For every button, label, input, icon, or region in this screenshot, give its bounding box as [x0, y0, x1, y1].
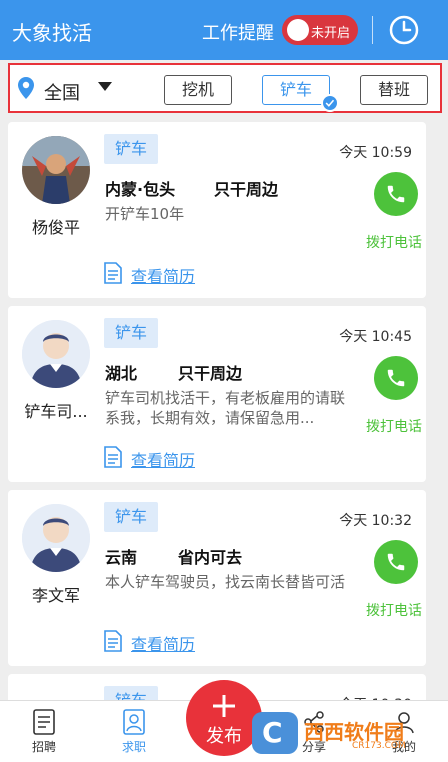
avatar [22, 504, 90, 572]
chip-substitute[interactable]: 替班 [360, 75, 428, 105]
phone-icon [387, 553, 405, 571]
tab-job-seeking-label: 求职 [121, 740, 146, 754]
header-divider [372, 16, 373, 44]
call-button[interactable] [374, 356, 418, 400]
view-resume-label: 查看简历 [131, 451, 196, 470]
location-pin-icon[interactable] [18, 77, 34, 99]
avatar [22, 320, 90, 388]
description: 铲车司机找活干，有老板雇用的请联系我，长期有效，请保留急用... [105, 389, 346, 427]
worker-name: 李文军 [31, 586, 80, 605]
clock-icon[interactable] [388, 14, 420, 46]
publish-button[interactable]: 发布 [186, 680, 262, 756]
avatar [22, 136, 90, 204]
caret-down-icon[interactable] [98, 82, 112, 92]
job-seeker-card[interactable]: 铲车司... 铲车 今天 10:45 湖北 只干周边 铲车司机找活干，有老板雇用… [8, 306, 426, 482]
watermark: C 西西软件园 CR173.COM [252, 708, 448, 758]
location: 湖北 [105, 364, 138, 383]
job-seeker-card[interactable]: 李文军 铲车 今天 10:32 云南 省内可去 本人铲车驾驶员，找云南长替皆可活… [8, 490, 426, 666]
call-button[interactable] [374, 172, 418, 216]
call-label[interactable]: 拨打电话 [366, 416, 422, 436]
location: 云南 [105, 548, 138, 567]
tab-recruit-label: 招聘 [31, 740, 56, 754]
document-icon [104, 446, 122, 468]
job-seeker-icon [123, 709, 145, 735]
worker-name: 铲车司... [24, 402, 88, 421]
work-reminder-label: 工作提醒 [202, 23, 274, 44]
worker-name: 杨俊平 [31, 218, 80, 237]
toggle-state-label: 未开启 [311, 26, 351, 41]
tab-recruit[interactable]: 招聘 [14, 709, 74, 755]
watermark-subtext: CR173.COM [352, 741, 406, 751]
watermark-logo: C [252, 712, 298, 754]
toggle-knob [287, 19, 309, 41]
post-time: 今天 10:32 [339, 513, 412, 529]
phone-icon [387, 185, 405, 203]
document-icon [104, 262, 122, 284]
document-icon [104, 630, 122, 652]
tab-job-seeking[interactable]: 求职 [104, 709, 164, 755]
watermark-logo-glyph: C [262, 716, 283, 749]
job-type-tag: 铲车 [104, 318, 158, 348]
post-time: 今天 10:45 [339, 329, 412, 345]
region-selector[interactable]: 全国 [44, 79, 80, 105]
chip-excavator[interactable]: 挖机 [164, 75, 232, 105]
plus-icon [213, 695, 235, 717]
phone-icon [387, 369, 405, 387]
call-label[interactable]: 拨打电话 [366, 232, 422, 252]
view-resume-label: 查看简历 [131, 267, 196, 286]
location: 内蒙·包头 [105, 180, 176, 199]
work-range: 只干周边 [178, 364, 243, 383]
top-app-bar: 大象找活 工作提醒 未开启 [0, 0, 448, 60]
chip-loader[interactable]: 铲车 [262, 75, 339, 112]
work-range: 省内可去 [178, 548, 243, 567]
app-title: 大象找活 [12, 21, 92, 45]
job-type-tag: 铲车 [104, 134, 158, 164]
work-range: 只干周边 [214, 180, 279, 199]
description: 本人铲车驾驶员，找云南长替皆可活 [105, 573, 346, 591]
description: 开铲车10年 [105, 205, 185, 223]
reminder-toggle[interactable]: 未开启 [282, 15, 358, 45]
call-label[interactable]: 拨打电话 [366, 600, 422, 620]
check-badge-icon [321, 94, 339, 112]
post-time: 今天 10:59 [339, 145, 412, 161]
filter-bar: 全国 挖机 铲车 替班 [8, 63, 442, 113]
view-resume-label: 查看简历 [131, 635, 196, 654]
recruit-icon [33, 709, 55, 735]
job-type-tag: 铲车 [104, 502, 158, 532]
call-button[interactable] [374, 540, 418, 584]
publish-label: 发布 [206, 726, 242, 747]
job-seeker-card[interactable]: 杨俊平 铲车 今天 10:59 内蒙·包头 只干周边 开铲车10年 拨打电话 查… [8, 122, 426, 298]
chip-loader-label: 铲车 [279, 80, 312, 99]
